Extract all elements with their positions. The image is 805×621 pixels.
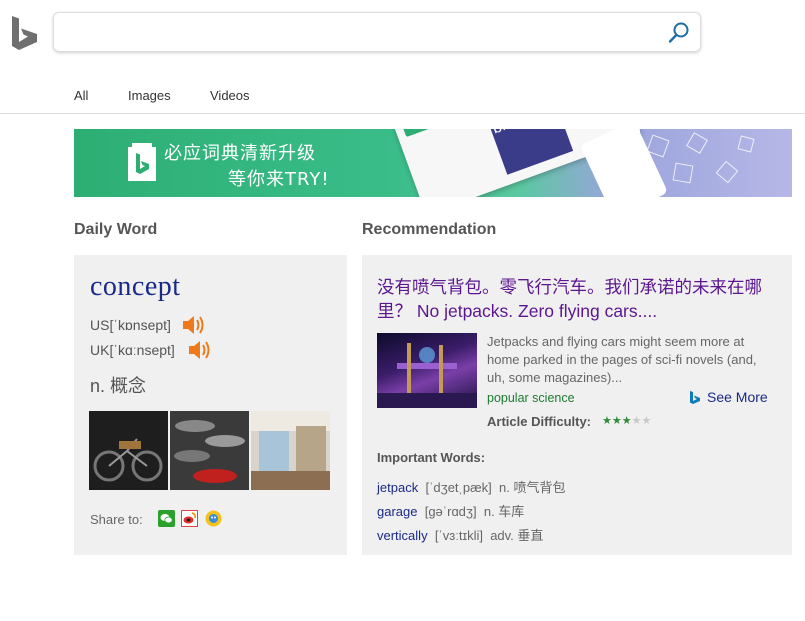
wechat-icon[interactable] bbox=[158, 510, 175, 527]
recommendation-card: 没有喷气背包。零飞行汽车。我们承诺的未来在哪里？ No jetpacks. Ze… bbox=[362, 255, 792, 555]
concept-interior-image[interactable] bbox=[251, 411, 330, 490]
qzone-icon[interactable] bbox=[205, 510, 222, 527]
tab-all[interactable]: All bbox=[74, 88, 88, 103]
bing-small-icon bbox=[689, 390, 701, 410]
difficulty-stars: ★★★★★ bbox=[602, 414, 651, 427]
star-filled-icon: ★ bbox=[621, 415, 632, 427]
article-category[interactable]: popular science bbox=[487, 391, 575, 405]
daily-word[interactable]: concept bbox=[90, 271, 181, 303]
us-pronunciation: US[ˈkɒnsept] bbox=[90, 317, 171, 333]
tab-images[interactable]: Images bbox=[128, 88, 171, 103]
star-empty-icon: ★ bbox=[631, 415, 642, 427]
dictionary-logo-icon bbox=[128, 143, 156, 181]
daily-word-card: concept US[ˈkɒnsept] UK[ˈkɑːnsept] n. 概念 bbox=[74, 255, 347, 555]
article-thumbnail-image[interactable] bbox=[377, 333, 477, 408]
tiles-pattern bbox=[634, 129, 792, 197]
bing-logo[interactable] bbox=[11, 15, 39, 51]
star-empty-icon: ★ bbox=[641, 415, 652, 427]
concept-cars-image[interactable] bbox=[170, 411, 249, 490]
search-icon[interactable] bbox=[666, 20, 692, 46]
vocab-phonetic: [ˈvɜːtɪkli] bbox=[434, 528, 483, 543]
speaker-icon[interactable] bbox=[188, 339, 212, 366]
concept-bike-image[interactable] bbox=[89, 411, 168, 490]
word-definition: n. 概念 bbox=[90, 376, 147, 396]
tab-videos[interactable]: Videos bbox=[210, 88, 250, 103]
see-more-link[interactable]: See More bbox=[707, 389, 768, 405]
vocab-word-link[interactable]: vertically bbox=[377, 528, 428, 543]
vocab-word-link[interactable]: jetpack bbox=[377, 480, 418, 495]
share-label: Share to: bbox=[90, 512, 143, 527]
vocab-phonetic: [gəˈrɑdʒ] bbox=[424, 504, 477, 519]
weibo-icon[interactable] bbox=[181, 510, 198, 527]
important-words-label: Important Words: bbox=[377, 450, 486, 465]
banner-subline: 等你来TRY! bbox=[228, 169, 330, 190]
scope-tabs: All Images Videos bbox=[0, 87, 805, 114]
vocab-meaning: n. 喷气背包 bbox=[499, 480, 566, 495]
search-input[interactable] bbox=[64, 19, 658, 47]
star-filled-icon: ★ bbox=[602, 415, 612, 427]
promo-banner[interactable]: 必应词典清新升级 等你来TRY! blueberry bbox=[74, 129, 792, 197]
vocab-meaning: adv. 垂直 bbox=[490, 528, 544, 543]
vocab-meaning: n. 车库 bbox=[483, 504, 525, 519]
recommendation-title: Recommendation bbox=[362, 221, 497, 238]
vocab-row: garage [gəˈrɑdʒ] n. 车库 bbox=[377, 501, 524, 520]
uk-pronunciation: UK[ˈkɑːnsept] bbox=[90, 342, 175, 358]
banner-headline: 必应词典清新升级 bbox=[164, 143, 316, 164]
search-box bbox=[53, 12, 701, 52]
vocab-word-link[interactable]: garage bbox=[377, 504, 417, 519]
article-snippet: Jetpacks and flying cars might seem more… bbox=[487, 334, 757, 385]
speaker-icon[interactable] bbox=[182, 314, 206, 341]
star-filled-icon: ★ bbox=[611, 415, 622, 427]
daily-word-title: Daily Word bbox=[74, 221, 158, 238]
vocab-phonetic: [ˈdʒetˌpæk] bbox=[425, 480, 492, 495]
article-title-link[interactable]: 没有喷气背包。零飞行汽车。我们承诺的未来在哪里？ No jetpacks. Ze… bbox=[377, 275, 777, 323]
vocab-row: jetpack [ˈdʒetˌpæk] n. 喷气背包 bbox=[377, 477, 565, 496]
difficulty-label: Article Difficulty: bbox=[487, 414, 592, 429]
vocab-row: vertically [ˈvɜːtɪkli] adv. 垂直 bbox=[377, 525, 543, 544]
